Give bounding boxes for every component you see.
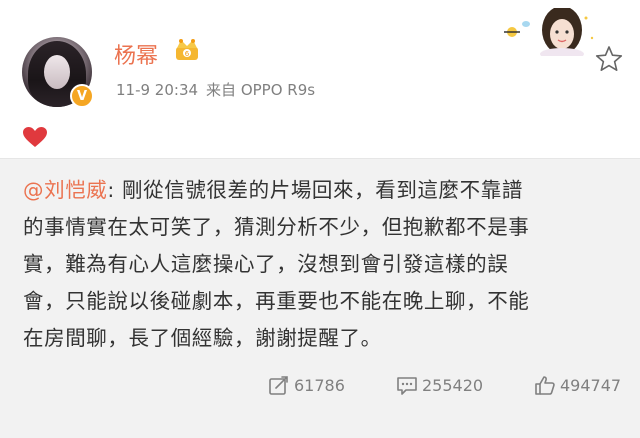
content-line-3: 實，難為有心人這麼操心了，沒想到會引發這樣的誤: [23, 252, 509, 276]
comment-count: 255420: [422, 375, 484, 395]
verified-badge: V: [70, 84, 94, 108]
favorite-star-icon[interactable]: [594, 44, 624, 74]
repost-count: 61786: [294, 375, 345, 395]
repost-icon: [269, 376, 288, 395]
post-timestamp[interactable]: 11-9 20:34: [116, 81, 198, 99]
card-decoration-icon: [504, 8, 594, 56]
avatar-face: [44, 55, 70, 89]
comment-icon: [397, 377, 417, 395]
like-count: 494747: [560, 375, 622, 395]
repost-content: @刘恺威: 剛從信號很差的片場回來，看到這麼不靠譜 的事情實在太可笑了，猜測分析…: [23, 172, 623, 357]
author-name[interactable]: 杨幂: [114, 38, 158, 70]
content-line-5: 在房間聊，長了個經驗，謝謝提醒了。: [23, 326, 382, 350]
heart-icon: [23, 127, 47, 147]
post-source[interactable]: 来自 OPPO R9s: [206, 81, 315, 99]
svg-text:6: 6: [185, 50, 190, 58]
action-bar: 61786 255420 494747: [0, 368, 640, 402]
content-line-2: 的事情實在太可笑了，猜測分析不少，但抱歉都不是事: [23, 215, 530, 239]
thumbs-up-icon: [535, 376, 555, 395]
crown-badge-icon[interactable]: 6: [174, 38, 200, 62]
repost-button[interactable]: 61786: [268, 368, 345, 402]
content-line-1: : 剛從信號很差的片場回來，看到這麼不靠譜: [107, 178, 523, 202]
post-meta: 11-9 20:34 来自 OPPO R9s: [116, 79, 315, 100]
like-button[interactable]: 494747: [534, 368, 621, 402]
comment-button[interactable]: 255420: [396, 368, 483, 402]
content-line-4: 會，只能說以後碰劇本，再重要也不能在晚上聊，不能: [23, 289, 530, 313]
mention-link[interactable]: @刘恺威: [23, 178, 107, 202]
weibo-post: V 杨幂 6 11-9 20:34 来自 OPPO R9s @刘恺威: 剛從信號…: [0, 0, 640, 438]
post-header: V 杨幂 6 11-9 20:34 来自 OPPO R9s: [0, 0, 640, 120]
